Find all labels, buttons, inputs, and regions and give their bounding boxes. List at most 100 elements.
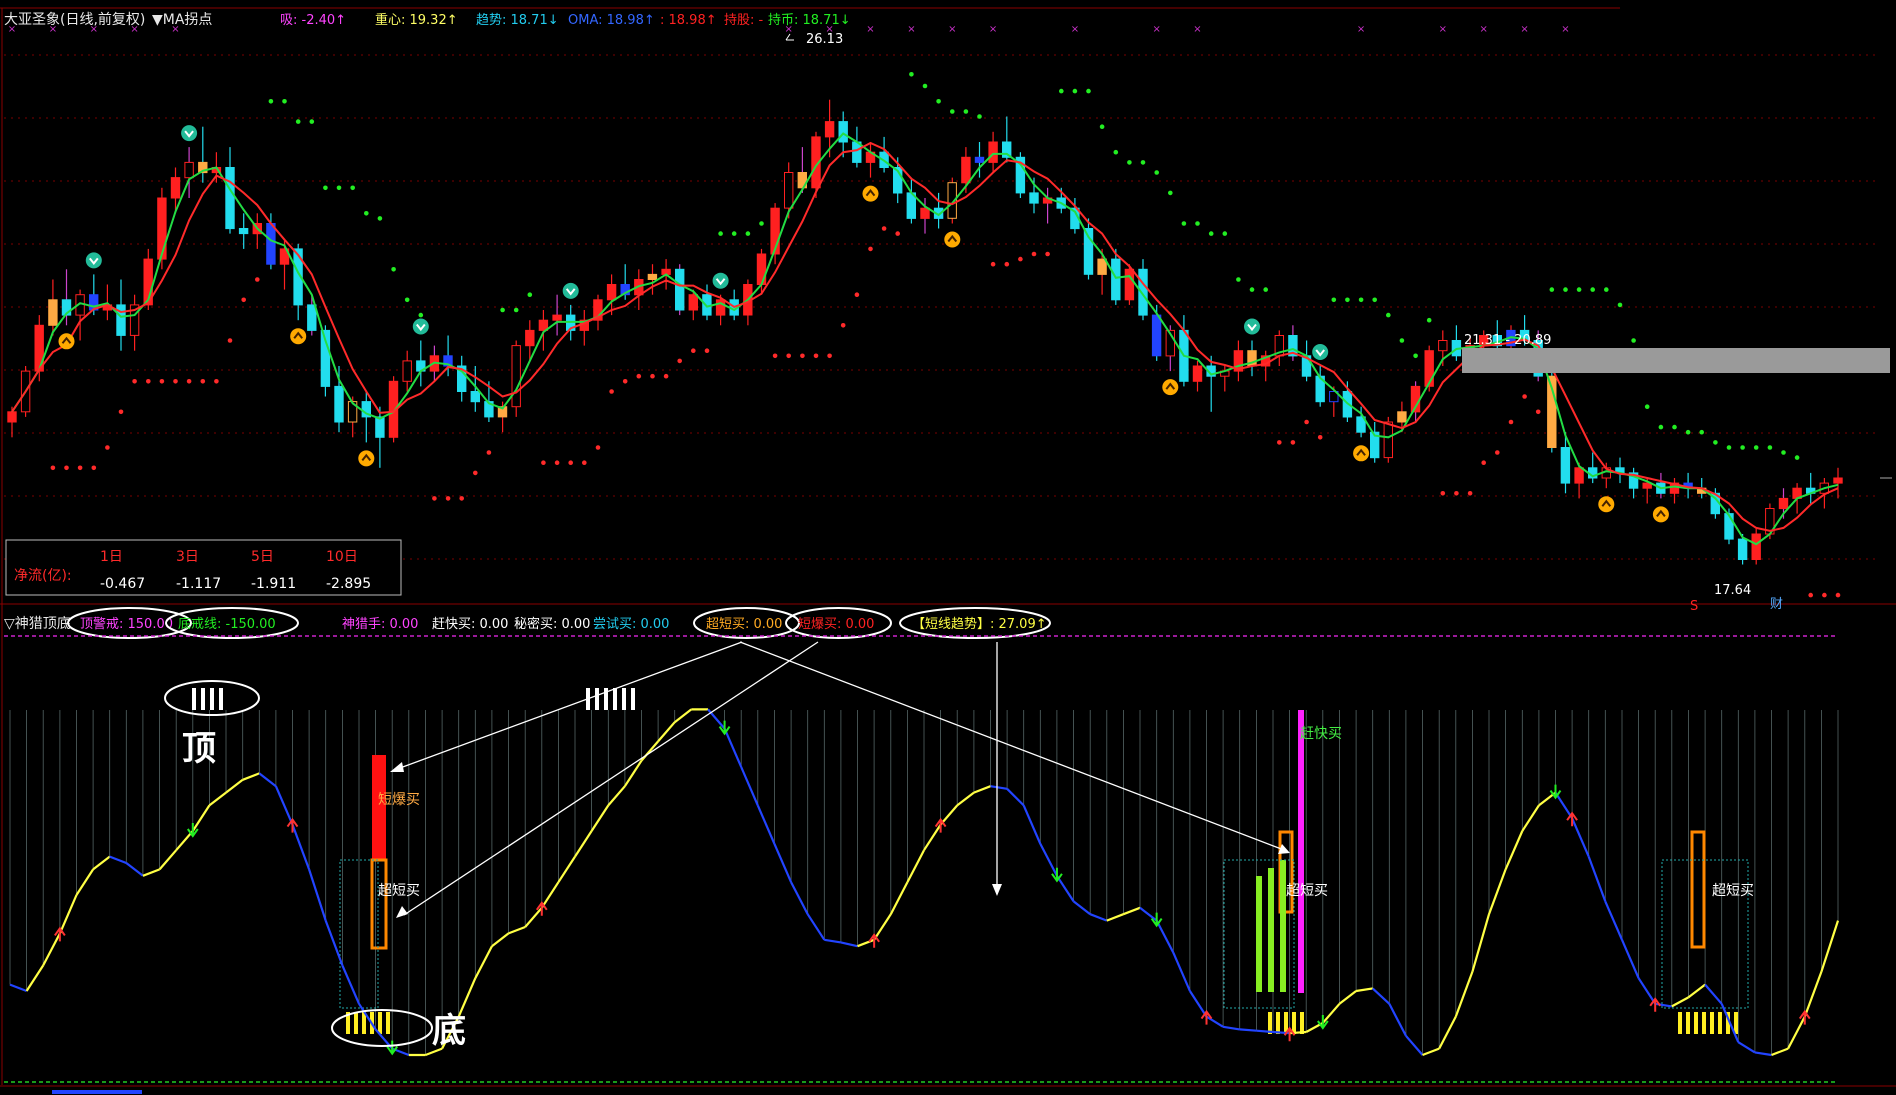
trend-dot: [895, 231, 900, 236]
trend-dot: [622, 379, 628, 384]
trend-dot: [1059, 88, 1064, 94]
trend-dot: [650, 373, 655, 379]
top-x-mark: ×: [785, 24, 793, 35]
secret-buy-bar: [1280, 860, 1286, 992]
trend-dot: [1277, 440, 1282, 445]
netflow-value: -1.911: [251, 576, 296, 592]
bottom-stripe: [354, 1012, 358, 1034]
sell-signal-icon: [1312, 344, 1329, 360]
ma-indicator-menu[interactable]: ▼MA拐点: [152, 12, 212, 28]
top-x-mark: ×: [1153, 24, 1161, 35]
trend-dot: [1249, 287, 1255, 292]
trend-dot: [1440, 491, 1446, 496]
range-label: 21.31 - 20.89: [1464, 333, 1551, 348]
top-x-mark: ×: [1561, 24, 1569, 35]
trend-dot: [977, 114, 982, 119]
indicator-item: 尝试买: 0.00: [593, 617, 669, 632]
candle: [1015, 152, 1026, 198]
sell-marker: S: [1690, 599, 1698, 614]
trend-dot: [1794, 455, 1800, 460]
trend-dot: [1099, 124, 1105, 129]
trend-dot: [1522, 394, 1527, 399]
netflow-header: 3日: [176, 549, 199, 565]
trend-dot: [1345, 297, 1350, 303]
candle-body: [7, 411, 17, 423]
header-item: 吸: -2.40↑: [280, 13, 346, 28]
buy-signal-icon: [1598, 496, 1615, 513]
header-item: 持币: 18.71↓: [768, 13, 851, 28]
trend-dot: [486, 450, 492, 455]
trend-dot: [1672, 424, 1677, 430]
trend-dot: [1590, 287, 1595, 292]
trend-dot: [186, 379, 192, 384]
candle-body: [470, 391, 481, 403]
trend-dot: [268, 99, 274, 104]
top-stripe: [219, 688, 223, 710]
indicator-item: 秘密买: 0.00: [514, 616, 590, 632]
top-x-mark: ×: [8, 24, 16, 35]
trend-dot: [636, 373, 642, 379]
buy-signal-icon: [1162, 379, 1179, 396]
trend-dot: [1195, 221, 1200, 226]
candle-body: [647, 273, 658, 280]
top-stripe: [595, 688, 599, 710]
candle-body: [824, 121, 835, 138]
candle-body: [511, 345, 521, 408]
candle: [675, 264, 685, 316]
osc-segment: [1256, 1029, 1274, 1034]
indicator-name[interactable]: ▽神猎顶底: [4, 616, 71, 632]
trend-dot: [963, 109, 969, 114]
bottom-stripe: [1694, 1012, 1698, 1034]
trend-dot: [922, 83, 928, 89]
candle-body: [552, 314, 562, 321]
trend-dot: [404, 297, 410, 303]
trend-dot: [1508, 419, 1514, 425]
trend-dot: [1685, 429, 1691, 435]
chaoduan-label-3: 超短买: [1712, 883, 1754, 899]
trend-dot: [704, 348, 710, 354]
buy-signal-icon: [1652, 506, 1669, 523]
top-stripe: [613, 688, 617, 710]
trend-dot: [1835, 592, 1841, 598]
trend-dot: [663, 373, 669, 379]
indicator-item: 底戒线: -150.00: [178, 616, 276, 632]
trend-dot: [282, 99, 287, 104]
candle-body: [715, 299, 726, 316]
candle-body: [1737, 538, 1748, 560]
range-box: [1462, 348, 1890, 373]
trend-dot: [1467, 491, 1473, 496]
buy-signal-icon: [862, 185, 879, 202]
bottom-stripe: [1300, 1012, 1304, 1034]
top-x-mark: ×: [866, 24, 874, 35]
bottom-stripe: [1710, 1012, 1714, 1034]
secret-buy-bar: [1268, 868, 1274, 992]
trend-dot: [1563, 287, 1568, 292]
trend-dot: [1140, 160, 1146, 165]
trend-dot: [309, 119, 315, 124]
top-stripe: [210, 688, 214, 710]
buy-signal-icon: [358, 450, 375, 467]
top-x-mark: ×: [1520, 24, 1528, 35]
candle-body: [838, 121, 848, 143]
trend-dot: [64, 465, 69, 471]
candle-body: [756, 253, 767, 285]
trend-dot: [1004, 261, 1010, 267]
sell-signal-icon: [181, 125, 198, 142]
trend-dot: [1086, 88, 1091, 94]
trend-dot: [377, 216, 383, 221]
finance-marker[interactable]: 财: [1770, 597, 1783, 612]
buy-signal-icon: [290, 328, 307, 345]
bottom-stripe: [1718, 1012, 1722, 1034]
trend-dot: [1386, 312, 1391, 318]
trend-dot: [554, 460, 560, 466]
trend-dot: [1399, 338, 1405, 343]
header-item: 持股: -: [724, 13, 764, 28]
bottom-label: 底: [432, 1011, 466, 1051]
trend-dot: [1767, 445, 1773, 450]
trend-dot: [1290, 440, 1296, 445]
trend-dot: [500, 307, 505, 313]
candle-body: [307, 304, 317, 331]
trend-dot: [1699, 429, 1704, 435]
indicator-item: 短爆买: 0.00: [798, 617, 874, 632]
stock-title[interactable]: 大亚圣象(日线,前复权): [4, 11, 145, 28]
